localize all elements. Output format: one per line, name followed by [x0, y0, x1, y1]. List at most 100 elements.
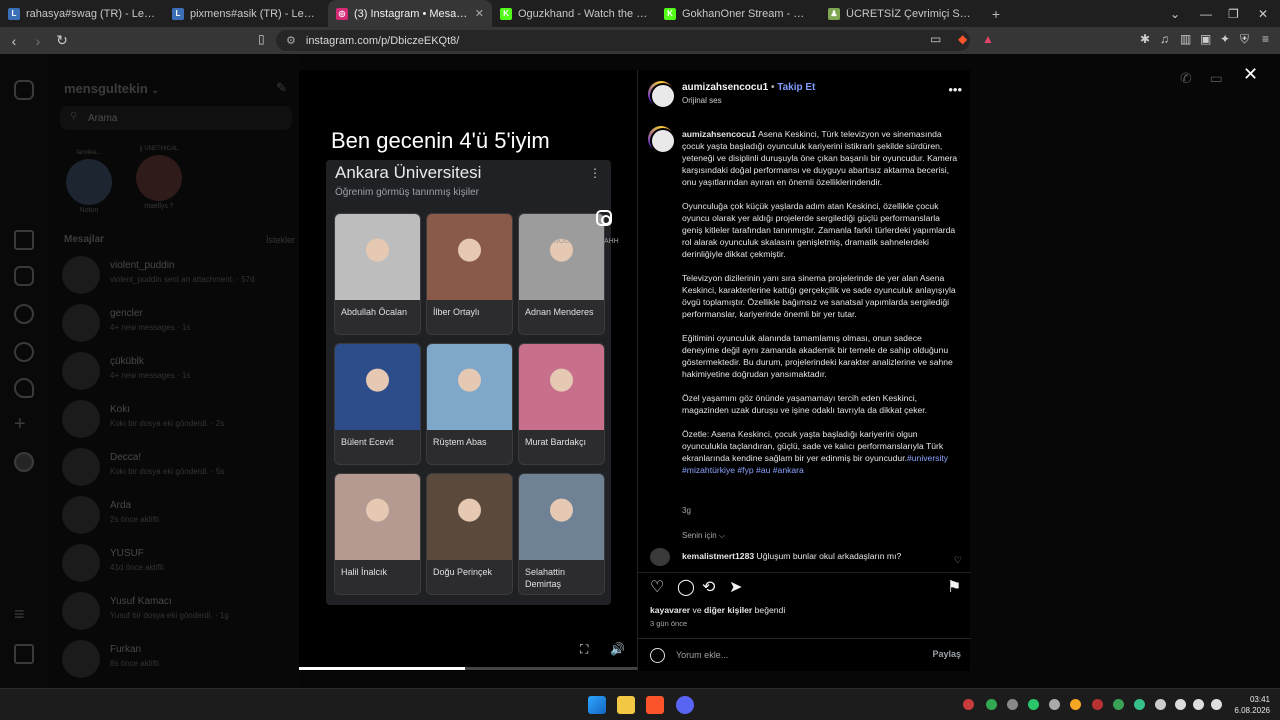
url-text: instagram.com/p/DbiczeEKQt8/ — [305, 34, 460, 47]
audio-label[interactable]: Orijinal ses — [682, 96, 722, 105]
volume-icon[interactable]: 🔊 — [610, 642, 625, 656]
more-options-icon[interactable]: ••• — [948, 82, 962, 97]
browser-tab[interactable]: ◎ (3) Instagram • Mesajlar ✕ — [328, 0, 492, 27]
forward-icon[interactable]: › — [28, 33, 48, 49]
microphone-icon[interactable] — [1155, 699, 1166, 710]
tray-app-icon[interactable] — [1028, 699, 1039, 710]
start-icon[interactable] — [588, 696, 606, 714]
for-you-toggle[interactable]: Senin için ⌵ — [682, 531, 725, 541]
network-icon[interactable] — [1175, 699, 1186, 710]
browser-tab[interactable]: Lrahasya#swag (TR) - LeagueOfGraphs — [0, 0, 164, 27]
commenter-username[interactable]: kemalistmert1283 — [682, 551, 754, 561]
extensions-icon[interactable]: ✱ — [1140, 32, 1150, 46]
video-call-icon[interactable]: ▭ — [1210, 70, 1223, 86]
browser-tab[interactable]: K Oguzkhand - Watch the VOD on Kick — [492, 0, 656, 27]
caption-paragraph: Özel yaşamını göz önünde yaşamamayı terc… — [682, 392, 958, 416]
brave-rewards-icon[interactable]: ▲ — [982, 32, 994, 46]
person-name: Doğu Perinçek — [433, 567, 493, 577]
tray-app-icon[interactable] — [1092, 699, 1103, 710]
search-result-card: Ankara Üniversitesi Öğrenim görmüş tanın… — [326, 160, 611, 605]
tab-title: pixmens#asik (TR) - LeagueOfGraphs — [190, 7, 320, 20]
video-progress-bar[interactable] — [299, 667, 637, 670]
close-modal-button[interactable]: ✕ — [1243, 64, 1258, 85]
tray-app-icon[interactable] — [1070, 699, 1081, 710]
tab-title: rahasya#swag (TR) - LeagueOfGraphs — [26, 7, 156, 20]
media-icon[interactable]: ♫ — [1160, 32, 1169, 46]
brave-icon[interactable] — [646, 696, 664, 714]
author-username[interactable]: aumizahsencocu1 — [682, 82, 768, 93]
caption-text: Özetle: Asena Keskinci, çocuk yaşta başl… — [682, 429, 944, 463]
tray-app-icon[interactable] — [963, 699, 974, 710]
follow-button[interactable]: Takip Et — [777, 82, 815, 93]
clock-time: 03:41 — [1249, 695, 1270, 704]
emoji-icon[interactable] — [650, 648, 665, 663]
tab-favicon-icon: ◎ — [336, 7, 348, 20]
share-icon[interactable]: ➤ — [729, 580, 742, 596]
browser-tab[interactable]: ♟ ÜCRETSİZ Çevrimiçi Satranç Oynayın — [820, 0, 984, 27]
comment-icon[interactable]: ◯ — [677, 580, 695, 596]
commenter-avatar[interactable] — [650, 548, 670, 566]
back-icon[interactable]: ‹ — [4, 33, 24, 49]
person-card: Doğu Perinçek — [426, 473, 513, 595]
system-clock[interactable]: 03:41 6.08.2026 — [1234, 694, 1270, 716]
liked-by-user[interactable]: kayavarer — [650, 605, 690, 615]
caption-author-avatar[interactable] — [648, 126, 676, 154]
repost-icon[interactable]: ⟲ — [702, 580, 715, 596]
tray-app-icon[interactable] — [1134, 699, 1145, 710]
volume-tray-icon[interactable] — [1193, 699, 1204, 710]
browser-tab[interactable]: Lpixmens#asik (TR) - LeagueOfGraphs — [164, 0, 328, 27]
bookmark-icon[interactable]: ▯ — [258, 32, 265, 46]
reel-video[interactable]: Ben gecenin 4'ü 5'iyim Ankara Üniversite… — [299, 70, 637, 671]
post-comment-button[interactable]: Paylaş — [932, 649, 961, 659]
site-info-icon[interactable]: ⚙ — [286, 34, 296, 47]
person-name: İlber Ortaylı — [433, 307, 480, 317]
minimize-icon[interactable]: — — [1200, 0, 1212, 27]
like-icon[interactable]: ♡ — [650, 580, 664, 596]
chat-header-icons: ✆ ▭ — [1180, 70, 1223, 87]
caption-paragraph: Televizyon dizilerinin yanı sıra sinema … — [682, 272, 958, 320]
author-avatar[interactable] — [648, 81, 676, 109]
menu-icon[interactable]: ≡ — [1262, 32, 1269, 46]
person-name: Rüştem Abas — [433, 437, 487, 447]
person-card: Adnan Menderes — [518, 213, 605, 335]
person-photo — [427, 344, 512, 430]
caption-paragraph: Oyunculuğa çok küçük yaşlarda adım atan … — [682, 200, 958, 260]
person-photo — [335, 474, 420, 560]
caption-text: Özel yaşamını göz önünde yaşamamayı terc… — [682, 393, 928, 415]
discord-icon[interactable] — [676, 696, 694, 714]
vpn-icon[interactable]: ⛨ — [1240, 32, 1249, 47]
tray-steam-icon[interactable] — [1049, 699, 1060, 710]
tray-nvidia-icon[interactable] — [986, 699, 997, 710]
tab-favicon-icon: K — [664, 7, 676, 20]
person-card: Selahattin Demirtaş — [518, 473, 605, 595]
battery-icon[interactable] — [1211, 699, 1222, 710]
save-icon[interactable]: ⚑ — [947, 580, 961, 596]
liked-by-others[interactable]: diğer kişiler — [704, 605, 752, 615]
tray-app-icon[interactable] — [1113, 699, 1124, 710]
post-header: aumizahsencocu1 • Takip Et — [682, 82, 816, 93]
comment-like-icon[interactable]: ♡ — [954, 555, 962, 566]
new-tab-button[interactable]: + — [984, 6, 1008, 22]
url-field[interactable]: ⚙ instagram.com/p/DbiczeEKQt8/ — [276, 30, 970, 51]
browser-tab[interactable]: K GokhanOner Stream - Watch Live on — [656, 0, 820, 27]
person-photo — [519, 214, 604, 300]
brave-shield-icon[interactable]: ◆ — [958, 32, 967, 46]
window-close-icon[interactable]: ✕ — [1258, 0, 1268, 27]
tab-favicon-icon: K — [500, 7, 512, 20]
tab-close-icon[interactable]: ✕ — [475, 7, 484, 20]
maximize-icon[interactable]: ❐ — [1228, 0, 1239, 27]
tab-search-icon[interactable]: ⌄ — [1170, 0, 1180, 27]
cast-icon[interactable]: ▭ — [930, 32, 941, 46]
file-explorer-icon[interactable] — [617, 696, 635, 714]
comment-input[interactable] — [676, 646, 916, 664]
fullscreen-icon[interactable]: ⛶ — [580, 642, 588, 657]
caption-paragraph: Eğitimini oyunculuk alanında tamamlamış … — [682, 332, 958, 380]
reload-icon[interactable]: ↻ — [52, 32, 72, 49]
sidebar-icon[interactable]: ▥ — [1180, 32, 1191, 46]
wallet-icon[interactable]: ▣ — [1200, 32, 1211, 46]
leo-ai-icon[interactable]: ✦ — [1220, 32, 1230, 46]
caption-username[interactable]: aumizahsencocu1 — [682, 129, 756, 139]
phone-icon[interactable]: ✆ — [1180, 70, 1192, 86]
tab-favicon-icon: ♟ — [828, 7, 840, 20]
tray-app-icon[interactable] — [1007, 699, 1018, 710]
